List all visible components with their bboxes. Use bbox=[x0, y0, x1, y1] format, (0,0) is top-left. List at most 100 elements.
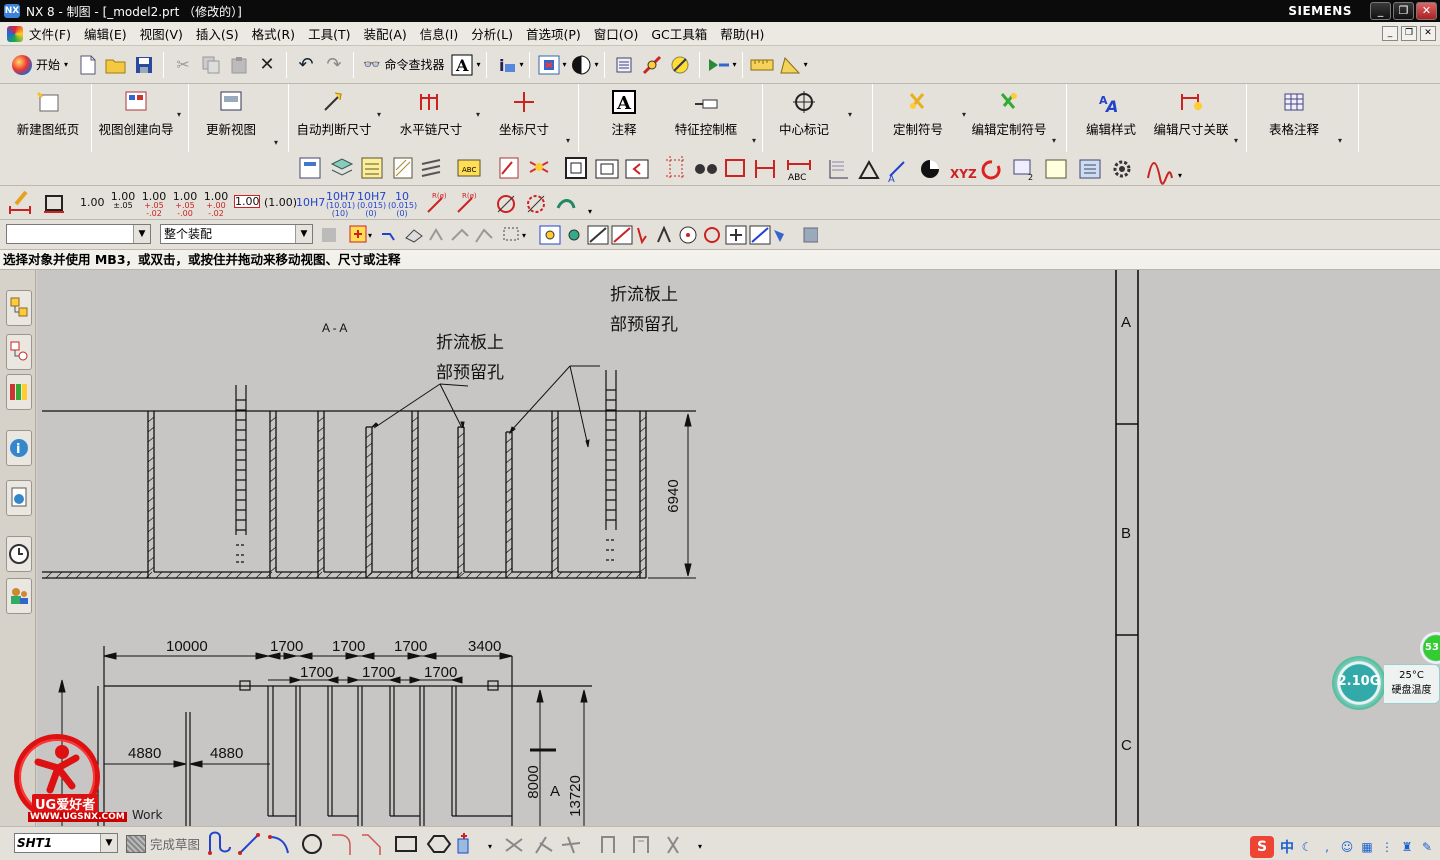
menu-file[interactable]: 文件(F) bbox=[29, 24, 71, 43]
frame-icon[interactable] bbox=[565, 157, 587, 179]
diameter-dash-icon[interactable] bbox=[527, 195, 545, 213]
curve-rule-icon[interactable] bbox=[382, 233, 395, 241]
part-navigator-tab[interactable] bbox=[6, 374, 32, 410]
edit-dimension-associativity-button[interactable]: 编辑尺寸关联 bbox=[1152, 88, 1230, 150]
grid-menu-icon[interactable]: ⋮ bbox=[1380, 840, 1394, 854]
dropdown-arrow-icon[interactable]: ▾ bbox=[1338, 136, 1342, 145]
render-style-button[interactable] bbox=[569, 52, 593, 78]
menu-preferences[interactable]: 首选项(P) bbox=[526, 24, 581, 43]
paste-button[interactable] bbox=[227, 52, 251, 78]
menu-tools[interactable]: 工具(T) bbox=[308, 24, 350, 43]
dropdown-arrow-icon[interactable]: ▾ bbox=[1052, 136, 1056, 145]
constraint-navigator-tab[interactable] bbox=[6, 334, 32, 370]
tolerance-basic-button[interactable]: 1.00 bbox=[234, 195, 260, 208]
minimize-button[interactable]: _ bbox=[1370, 2, 1391, 20]
quadrant-point-icon[interactable] bbox=[704, 227, 720, 243]
profile-icon[interactable] bbox=[208, 831, 231, 856]
tolerance-reference-button[interactable]: (1.00) bbox=[264, 197, 297, 208]
dropdown-arrow-icon[interactable]: ▾ bbox=[962, 110, 966, 119]
arc-center-icon[interactable] bbox=[679, 226, 697, 244]
table-edit-icon[interactable]: 2 bbox=[1013, 159, 1033, 182]
doc-close-button[interactable]: ✕ bbox=[1420, 26, 1436, 41]
feature-icon[interactable] bbox=[405, 229, 423, 243]
fit-tolerance-limits-button[interactable]: 10H7 (10.01)(10) bbox=[326, 191, 355, 218]
measure-distance-button[interactable] bbox=[750, 52, 774, 78]
menu-analysis[interactable]: 分析(L) bbox=[471, 24, 513, 43]
tolerance-limit-upper-lower-button[interactable]: 1.00 +.05 -.02 bbox=[141, 191, 167, 218]
dim-4880-b[interactable]: 4880 bbox=[210, 745, 243, 762]
dim-1700-d[interactable]: 1700 bbox=[300, 664, 333, 681]
diameter-icon[interactable] bbox=[497, 195, 515, 213]
restore-button[interactable]: ❐ bbox=[1393, 2, 1414, 20]
dim-1700-b[interactable]: 1700 bbox=[332, 638, 365, 655]
dim-10000[interactable]: 10000 bbox=[166, 638, 208, 655]
chain-link-icon[interactable] bbox=[725, 159, 745, 177]
menu-help[interactable]: 帮助(H) bbox=[720, 24, 764, 43]
snap-enable-icon[interactable] bbox=[539, 225, 561, 245]
body-icon[interactable] bbox=[451, 228, 469, 241]
view-boundary-icon[interactable] bbox=[595, 159, 619, 179]
update-views-button[interactable]: 更新视图 bbox=[196, 88, 266, 150]
graphics-window[interactable]: 6940 A - A 折流板上 部预留孔 折流板上 部预留孔 10000 170… bbox=[37, 270, 1440, 826]
rectangle-select-icon[interactable] bbox=[503, 227, 519, 241]
redo-button[interactable]: ↷ bbox=[322, 52, 346, 78]
text-abc-icon[interactable]: ABC bbox=[457, 159, 481, 177]
menu-view[interactable]: 视图(V) bbox=[140, 24, 183, 43]
fit-tolerance-deviation-button[interactable]: 10H7 (0.015)(0) bbox=[357, 191, 386, 218]
selection-scope-dropdown[interactable]: 整个装配 ▼ bbox=[160, 224, 313, 244]
dimension-brush-icon[interactable] bbox=[9, 190, 31, 214]
menu-edit[interactable]: 编辑(E) bbox=[84, 24, 127, 43]
note-button[interactable]: A 注释 bbox=[596, 88, 652, 150]
midpoint-snap-icon[interactable] bbox=[611, 225, 633, 245]
dropdown-arrow-icon[interactable]: ▾ bbox=[476, 110, 480, 119]
dropdown-arrow-icon[interactable]: ▾ bbox=[566, 136, 570, 145]
dimension-grid-icon[interactable] bbox=[666, 156, 686, 180]
dropdown-arrow-icon[interactable]: ▾ bbox=[848, 110, 852, 119]
dim-8000[interactable]: 8000 bbox=[525, 765, 542, 798]
sheet-dropdown[interactable]: SHT1 ▼ bbox=[14, 833, 118, 853]
dim-4880-a[interactable]: 4880 bbox=[128, 745, 161, 762]
section-marker-a[interactable]: A bbox=[550, 783, 560, 800]
custom-symbol-button[interactable]: 定制符号 bbox=[888, 88, 948, 150]
keyboard-icon[interactable]: ▦ bbox=[1360, 840, 1374, 854]
command-finder-button[interactable]: 👓 命令查找器 bbox=[359, 56, 448, 73]
undo-button[interactable]: ↶ bbox=[294, 52, 318, 78]
section-line-icon[interactable] bbox=[361, 157, 383, 179]
menu-gc-toolkit[interactable]: GC工具箱 bbox=[651, 24, 707, 43]
chamfer-icon[interactable] bbox=[362, 834, 381, 855]
chevron-down-icon[interactable]: ▼ bbox=[295, 225, 312, 243]
ime-mode-label[interactable]: 中 bbox=[1280, 837, 1294, 857]
gear-icon[interactable] bbox=[1113, 160, 1131, 178]
shirt-skin-icon[interactable]: ♜ bbox=[1400, 840, 1414, 854]
edit-annotation-icon[interactable] bbox=[499, 157, 519, 179]
start-button[interactable]: 开始 ▾ bbox=[6, 51, 74, 79]
point-on-curve-icon[interactable] bbox=[749, 225, 771, 245]
note-top-line-1[interactable]: 折流板上 bbox=[610, 285, 678, 305]
line-snap-icon[interactable] bbox=[587, 225, 609, 245]
tolerance-bilateral-button[interactable]: 1.00 ±.05 bbox=[110, 191, 136, 210]
polygon-icon[interactable] bbox=[426, 835, 452, 853]
tolerance-none-button[interactable]: 1.00 bbox=[80, 197, 105, 208]
offset-curve-icon[interactable] bbox=[601, 836, 615, 853]
origin-icon[interactable] bbox=[529, 161, 549, 173]
horizontal-chain-dim-button[interactable]: 水平链尺寸 bbox=[396, 88, 466, 150]
sogou-ime-icon[interactable]: S bbox=[1250, 836, 1274, 858]
angular-dim-icon[interactable] bbox=[755, 160, 775, 178]
menu-assembly[interactable]: 装配(A) bbox=[363, 24, 406, 43]
doc-restore-button[interactable]: ❐ bbox=[1401, 26, 1417, 41]
view-creation-wizard-button[interactable]: 视图创建向导 bbox=[94, 88, 178, 150]
new-file-button[interactable] bbox=[76, 52, 100, 78]
disk-monitor-widget[interactable]: 53 2.10G 25°C 硬盘温度 bbox=[1332, 632, 1440, 710]
part-list-icon[interactable] bbox=[1079, 159, 1101, 179]
menu-information[interactable]: 信息(I) bbox=[420, 24, 458, 43]
box-cube-icon[interactable] bbox=[803, 227, 818, 243]
intersection-icon[interactable] bbox=[657, 225, 671, 243]
triangle-icon[interactable] bbox=[858, 159, 880, 179]
text-style-button[interactable]: A bbox=[450, 52, 474, 78]
motion-button[interactable] bbox=[707, 52, 731, 78]
punctuation-icon[interactable]: , bbox=[1320, 840, 1334, 854]
dim-3400[interactable]: 3400 bbox=[468, 638, 501, 655]
arc-icon[interactable] bbox=[268, 835, 289, 854]
dropdown-arrow-icon[interactable]: ▾ bbox=[752, 136, 756, 145]
existing-point-icon[interactable] bbox=[725, 225, 747, 245]
